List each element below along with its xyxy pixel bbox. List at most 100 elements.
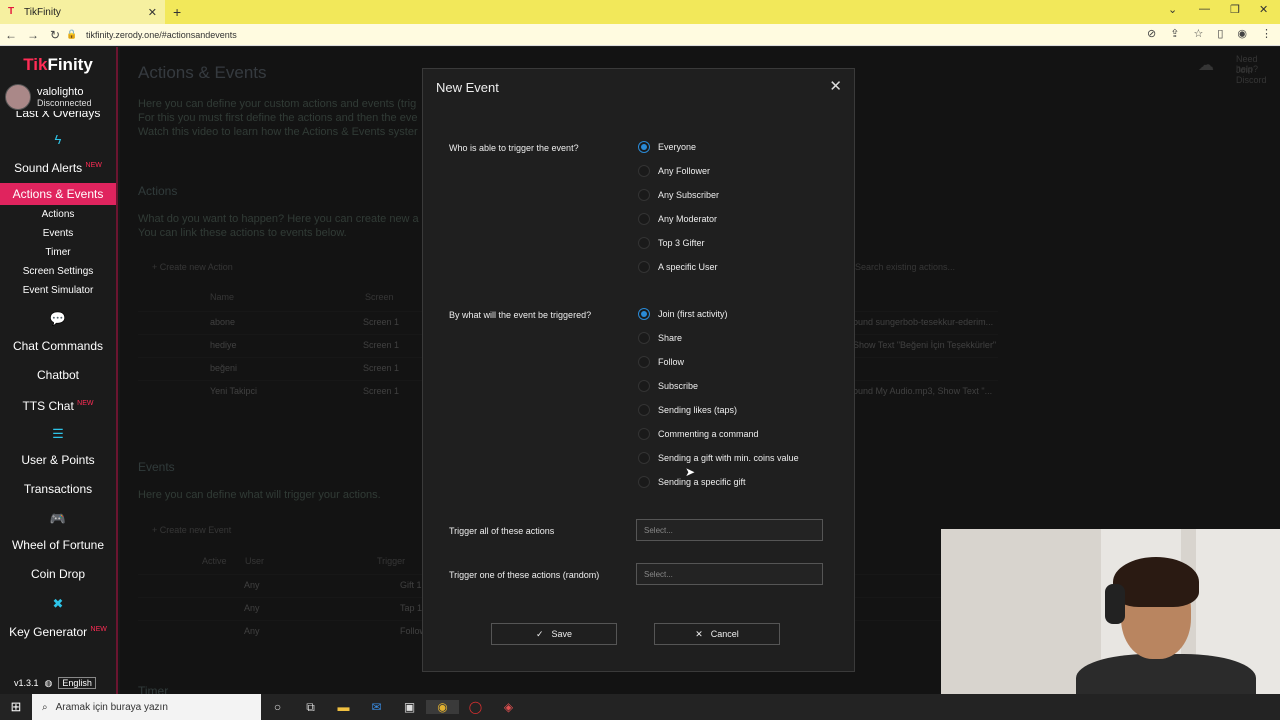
file-explorer-icon[interactable]: ▬: [327, 700, 360, 714]
chrome-icon[interactable]: ◉: [426, 700, 459, 714]
forward-icon[interactable]: →: [22, 28, 44, 42]
radio-sending-likes[interactable]: Sending likes (taps): [638, 403, 737, 417]
radio-icon[interactable]: [638, 404, 650, 416]
trigger-all-select[interactable]: Select...: [636, 519, 823, 541]
save-button[interactable]: ✓ Save: [491, 623, 617, 645]
radio-selected-icon[interactable]: [638, 141, 650, 153]
webcam-person-body: [1076, 654, 1256, 694]
radio-icon[interactable]: [638, 476, 650, 488]
new-tab-icon[interactable]: +: [173, 4, 181, 20]
radio-selected-icon[interactable]: [638, 308, 650, 320]
radio-share[interactable]: Share: [638, 331, 682, 345]
sidebar-item-label: Key Generator: [9, 625, 88, 639]
radio-label: Any Follower: [658, 166, 711, 176]
brand-logo[interactable]: TikFinity: [0, 47, 116, 83]
sidebar-item-sound-alerts[interactable]: Sound Alerts NEW: [0, 153, 116, 179]
radio-icon[interactable]: [638, 428, 650, 440]
radio-label: Share: [658, 333, 683, 343]
radio-top-3-gifter[interactable]: Top 3 Gifter: [638, 236, 705, 250]
url-field[interactable]: tikfinity.zerody.one/#actionsandevents: [86, 30, 237, 40]
cancel-button[interactable]: ✕ Cancel: [654, 623, 780, 645]
radio-subscribe[interactable]: Subscribe: [638, 379, 698, 393]
radio-any-follower[interactable]: Any Follower: [638, 164, 710, 178]
sidebar-sub-actions[interactable]: Actions: [0, 205, 116, 224]
sidebar-item-chat-commands[interactable]: Chat Commands: [0, 333, 116, 359]
sidebar-item-actions-events[interactable]: Actions & Events: [0, 183, 116, 205]
close-icon: ✕: [695, 628, 703, 639]
radio-icon[interactable]: [638, 261, 650, 273]
radio-gift-min-coins[interactable]: Sending a gift with min. coins value: [638, 451, 799, 465]
user-profile[interactable]: valolighto Disconnected: [0, 83, 116, 111]
who-question: Who is able to trigger the event?: [449, 143, 579, 153]
trigger-all-label: Trigger all of these actions: [449, 526, 555, 536]
sidebar-sub-event-simulator[interactable]: Event Simulator: [0, 281, 116, 300]
bookmark-star-icon[interactable]: ☆: [1193, 27, 1203, 40]
sidebar-item-last-x-overlays[interactable]: Last X Overlays: [0, 111, 116, 123]
radio-icon[interactable]: [638, 452, 650, 464]
sidebar-panel-icon[interactable]: ▯: [1217, 27, 1223, 40]
window-close-icon[interactable]: ✕: [1259, 3, 1268, 16]
sidebar-item-user-points[interactable]: User & Points: [0, 447, 116, 473]
language-select[interactable]: English: [58, 677, 96, 689]
radio-icon[interactable]: [638, 213, 650, 225]
windows-start-icon[interactable]: ⊞: [0, 699, 32, 715]
sidebar-item-transactions[interactable]: Transactions: [0, 476, 116, 502]
radio-specific-user[interactable]: A specific User: [638, 260, 718, 274]
close-icon[interactable]: ✕: [829, 77, 842, 95]
browser-tab-bar: T TikFinity ✕ + ⌄ — ❐ ✕: [0, 0, 1280, 24]
eye-off-icon[interactable]: ⊘: [1147, 27, 1156, 40]
version-label: v1.3.1: [14, 678, 39, 688]
new-badge: NEW: [85, 162, 102, 169]
radio-label: Any Subscriber: [658, 190, 720, 200]
radio-icon[interactable]: [638, 332, 650, 344]
lock-icon: 🔒: [66, 29, 78, 39]
checkmark-icon: ✓: [535, 628, 544, 639]
task-view-icon[interactable]: ⧉: [294, 700, 327, 715]
radio-icon[interactable]: [638, 165, 650, 177]
restore-icon[interactable]: ❐: [1230, 3, 1240, 16]
headphones-icon: [1105, 584, 1125, 624]
sidebar-footer: v1.3.1 ◍ English: [0, 672, 116, 694]
radio-icon[interactable]: [638, 237, 650, 249]
radio-label: Sending a specific gift: [658, 477, 746, 487]
cancel-label: Cancel: [710, 629, 739, 639]
radio-icon[interactable]: [638, 356, 650, 368]
sidebar-sub-events[interactable]: Events: [0, 224, 116, 243]
share-icon[interactable]: ⇪: [1170, 27, 1179, 40]
radio-icon[interactable]: [638, 380, 650, 392]
taskbar-search[interactable]: ⌕ Aramak için buraya yazın: [32, 694, 261, 720]
tab-close-icon[interactable]: ✕: [148, 6, 157, 19]
trigger-one-select[interactable]: Select...: [636, 563, 823, 585]
back-icon[interactable]: ←: [0, 28, 22, 42]
opera-icon[interactable]: ◯: [459, 700, 492, 714]
reload-icon[interactable]: ↻: [44, 28, 66, 42]
new-badge: NEW: [77, 400, 94, 407]
radio-join[interactable]: Join (first activity): [638, 307, 728, 321]
radio-follow[interactable]: Follow: [638, 355, 684, 369]
sidebar-item-wheel-of-fortune[interactable]: Wheel of Fortune: [0, 532, 116, 558]
profile-icon[interactable]: ◉: [1237, 27, 1247, 40]
browser-menu-icon[interactable]: ⋮: [1261, 27, 1272, 40]
tab-search-icon[interactable]: ⌄: [1168, 3, 1177, 16]
minimize-icon[interactable]: —: [1199, 3, 1210, 15]
sidebar-item-chatbot[interactable]: Chatbot: [0, 362, 116, 388]
list-icon: ☰: [52, 426, 64, 441]
radio-commenting-command[interactable]: Commenting a command: [638, 427, 759, 441]
sidebar-sub-timer[interactable]: Timer: [0, 243, 116, 262]
browser-tab[interactable]: T TikFinity ✕: [0, 0, 165, 24]
radio-label: Top 3 Gifter: [658, 238, 705, 248]
mail-icon[interactable]: ✉: [360, 700, 393, 714]
radio-any-subscriber[interactable]: Any Subscriber: [638, 188, 719, 202]
sidebar-item-tts-chat[interactable]: TTS Chat NEW: [0, 391, 116, 417]
cortana-icon[interactable]: ○: [261, 700, 294, 714]
radio-icon[interactable]: [638, 189, 650, 201]
sidebar-item-coin-drop[interactable]: Coin Drop: [0, 561, 116, 587]
sidebar-sub-screen-settings[interactable]: Screen Settings: [0, 262, 116, 281]
radio-any-moderator[interactable]: Any Moderator: [638, 212, 717, 226]
trigger-question: By what will the event be triggered?: [449, 310, 592, 320]
sidebar-item-key-generator[interactable]: Key Generator NEW: [0, 617, 116, 643]
radio-everyone[interactable]: Everyone: [638, 140, 696, 154]
app-icon[interactable]: ◈: [492, 700, 525, 714]
address-bar: ← → ↻ 🔒 tikfinity.zerody.one/#actionsand…: [0, 24, 1280, 46]
store-icon[interactable]: ▣: [393, 700, 426, 714]
